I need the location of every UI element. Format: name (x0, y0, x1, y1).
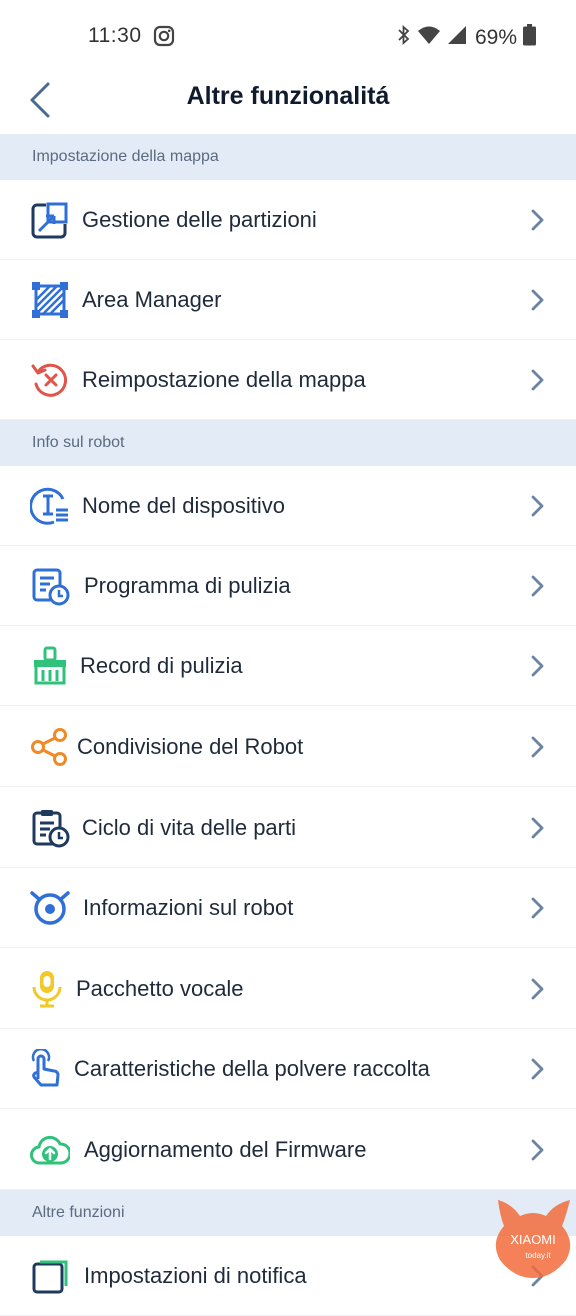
row-reset-map[interactable]: Reimpostazione della mappa (0, 340, 576, 420)
row-label: Impostazioni di notifica (84, 1263, 307, 1288)
status-indicators: 69% (397, 24, 536, 51)
cell-signal-icon (447, 25, 467, 50)
xiaomitoday-watermark: XIAOMI today.it (490, 1196, 576, 1280)
chevron-right-icon (528, 288, 546, 312)
robot-info-icon (30, 888, 70, 928)
row-label: Informazioni sul robot (83, 895, 294, 920)
row-cleaning-record[interactable]: Record di pulizia (0, 626, 576, 706)
row-label: Nome del dispositivo (82, 493, 285, 518)
row-robot-sharing[interactable]: Condivisione del Robot (0, 707, 576, 787)
row-voice-pack[interactable]: Pacchetto vocale (0, 949, 576, 1029)
top-bar: Altre funzionalitá (0, 72, 576, 134)
row-label: Area Manager (82, 287, 222, 312)
chevron-right-icon (528, 1057, 546, 1081)
chevron-right-icon (528, 1138, 546, 1162)
partition-icon (30, 200, 70, 240)
row-firmware-update[interactable]: Aggiornamento del Firmware (0, 1110, 576, 1190)
battery-percent: 69% (474, 25, 517, 49)
chevron-right-icon (528, 977, 546, 1001)
instagram-icon (153, 25, 175, 52)
cloud-upload-icon (30, 1130, 72, 1170)
page-title: Altre funzionalitá (186, 82, 390, 110)
row-cleaning-schedule[interactable]: Programma di pulizia (0, 546, 576, 626)
device-name-icon (29, 486, 70, 526)
row-label: Condivisione del Robot (77, 734, 304, 759)
row-dust-features[interactable]: Caratteristiche della polvere raccolta (0, 1029, 576, 1109)
area-icon (30, 280, 70, 320)
chevron-right-icon (528, 896, 546, 920)
row-parts-lifecycle[interactable]: Ciclo di vita delle parti (0, 788, 576, 868)
row-device-name[interactable]: Nome del dispositivo (0, 466, 576, 546)
row-robot-info[interactable]: Informazioni sul robot (0, 868, 576, 948)
watermark-brand: XIAOMI (510, 1232, 556, 1247)
microphone-icon (28, 969, 68, 1009)
chevron-right-icon (528, 208, 546, 232)
row-partition-management[interactable]: Gestione delle partizioni (0, 180, 576, 260)
touch-hand-icon (26, 1047, 66, 1089)
row-label: Aggiornamento del Firmware (84, 1137, 367, 1162)
battery-icon (523, 24, 536, 51)
row-area-manager[interactable]: Area Manager (0, 260, 576, 340)
status-time: 11:30 (88, 24, 142, 47)
bluetooth-icon (397, 24, 411, 51)
chevron-right-icon (528, 574, 546, 598)
section-header-map: Impostazione della mappa (0, 134, 576, 180)
row-label: Pacchetto vocale (76, 976, 244, 1001)
share-icon (30, 727, 70, 767)
broom-icon (30, 646, 70, 686)
notification-icon (30, 1256, 70, 1296)
chevron-right-icon (528, 494, 546, 518)
chevron-right-icon (528, 368, 546, 392)
row-label: Record di pulizia (80, 653, 243, 678)
watermark-site: today.it (525, 1251, 551, 1260)
status-bar: 11:30 69% (0, 0, 576, 72)
row-label: Ciclo di vita delle parti (82, 815, 296, 840)
row-label: Reimpostazione della mappa (82, 367, 366, 392)
row-label: Programma di pulizia (84, 573, 291, 598)
row-label: Caratteristiche della polvere raccolta (74, 1056, 430, 1081)
section-header-robot: Info sul robot (0, 420, 576, 466)
schedule-icon (30, 566, 70, 606)
clipboard-clock-icon (30, 808, 70, 848)
wifi-icon (417, 25, 441, 50)
chevron-right-icon (528, 654, 546, 678)
row-label: Gestione delle partizioni (82, 207, 317, 232)
reset-map-icon (30, 360, 70, 400)
chevron-right-icon (528, 816, 546, 840)
chevron-right-icon (528, 735, 546, 759)
